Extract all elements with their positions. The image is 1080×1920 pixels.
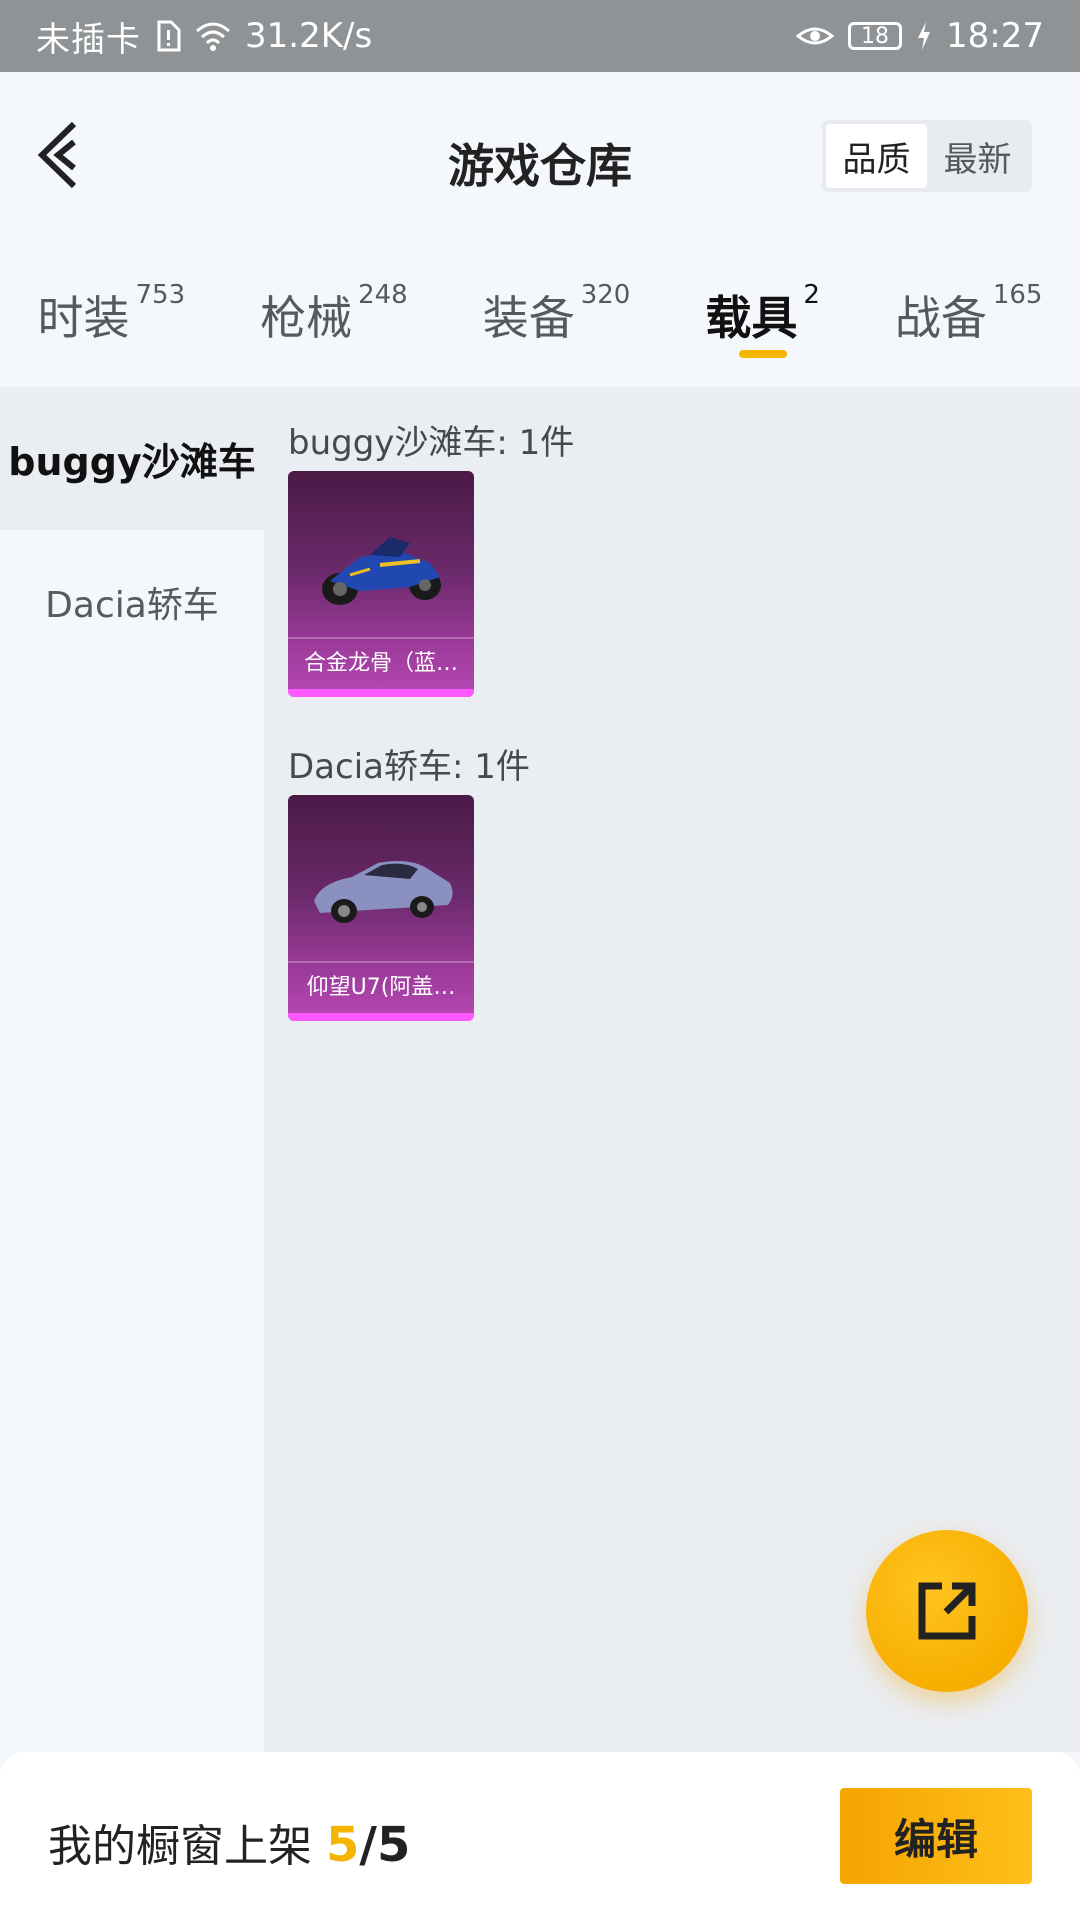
tab-firearms[interactable]: 枪械 248 [260,242,408,348]
header: 游戏仓库 品质 最新 [0,72,1080,242]
sort-toggle: 品质 最新 [822,120,1032,192]
item-card[interactable]: 合金龙骨（蓝… [288,471,474,697]
showcase-status: 我的橱窗上架 5/5 [48,1810,410,1874]
active-tab-indicator [739,350,788,358]
sidebar-item-buggy[interactable]: buggy沙滩车 [0,387,264,530]
tab-vehicles[interactable]: 载具 2 [705,242,820,358]
eye-comfort-icon [796,22,835,50]
tab-label: 枪械 [260,291,353,345]
item-name: 合金龙骨（蓝… [303,651,458,676]
group-title: Dacia轿车: 1件 [288,747,530,787]
group-title: buggy沙滩车: 1件 [288,423,575,463]
status-right: 18 18:27 [796,16,1044,56]
item-card[interactable]: 仰望U7(阿盖… [288,795,474,1021]
sim-alert-icon [155,20,181,52]
tab-count: 2 [803,280,820,310]
rarity-bar [288,1013,474,1021]
charging-icon [916,22,932,50]
wifi-icon [195,21,231,51]
item-name: 仰望U7(阿盖… [306,975,456,1000]
vehicle-type-sidebar: buggy沙滩车 Dacia轿车 [0,387,264,1752]
showcase-total: 5 [376,1817,411,1873]
tab-label: 载具 [705,291,798,345]
buggy-vehicle-image [322,537,441,605]
bottom-bar: 我的橱窗上架 5/5 编辑 [0,1752,1080,1920]
tab-label: 战备 [894,291,987,345]
share-button[interactable] [866,1530,1028,1692]
sedan-vehicle-image [314,861,453,923]
tab-combat-gear[interactable]: 战备 165 [895,242,1043,348]
sidebar-item-dacia[interactable]: Dacia轿车 [0,530,264,673]
sort-option-quality[interactable]: 品质 [826,124,927,188]
tab-equipment[interactable]: 装备 320 [483,242,631,348]
share-icon [918,1582,976,1640]
clock: 18:27 [946,16,1044,56]
showcase-label: 我的橱窗上架 [48,1821,326,1872]
battery-icon: 18 [848,22,903,50]
card-divider [288,961,474,963]
tab-count: 753 [135,280,186,310]
tab-label: 装备 [482,291,575,345]
tab-label: 时装 [37,291,130,345]
card-divider [288,637,474,639]
tab-count: 320 [580,280,631,310]
status-bar: 未插卡 31.2K/s 18 18:27 [0,0,1080,72]
carrier-text: 未插卡 [36,19,141,60]
group-dacia: Dacia轿车: 1件 仰望U7(阿盖… [288,739,530,1021]
edit-button[interactable]: 编辑 [840,1788,1032,1884]
showcase-count: 5 [326,1817,360,1873]
tab-count: 165 [992,280,1043,310]
showcase-separator: / [359,1817,377,1873]
group-buggy: buggy沙滩车: 1件 合金龙骨（蓝… [288,415,575,697]
status-left: 未插卡 31.2K/s [36,12,372,61]
network-speed: 31.2K/s [245,16,373,56]
sort-option-newest[interactable]: 最新 [927,124,1028,188]
tab-count: 248 [358,280,408,310]
category-tabs: 时装 753 枪械 248 装备 320 载具 2 战备 165 [0,242,1080,387]
screen: 未插卡 31.2K/s 18 18:27 游戏仓库 品质 最新 时装 753 枪… [0,0,1080,1920]
tab-fashion[interactable]: 时装 753 [37,242,185,348]
rarity-bar [288,689,474,697]
